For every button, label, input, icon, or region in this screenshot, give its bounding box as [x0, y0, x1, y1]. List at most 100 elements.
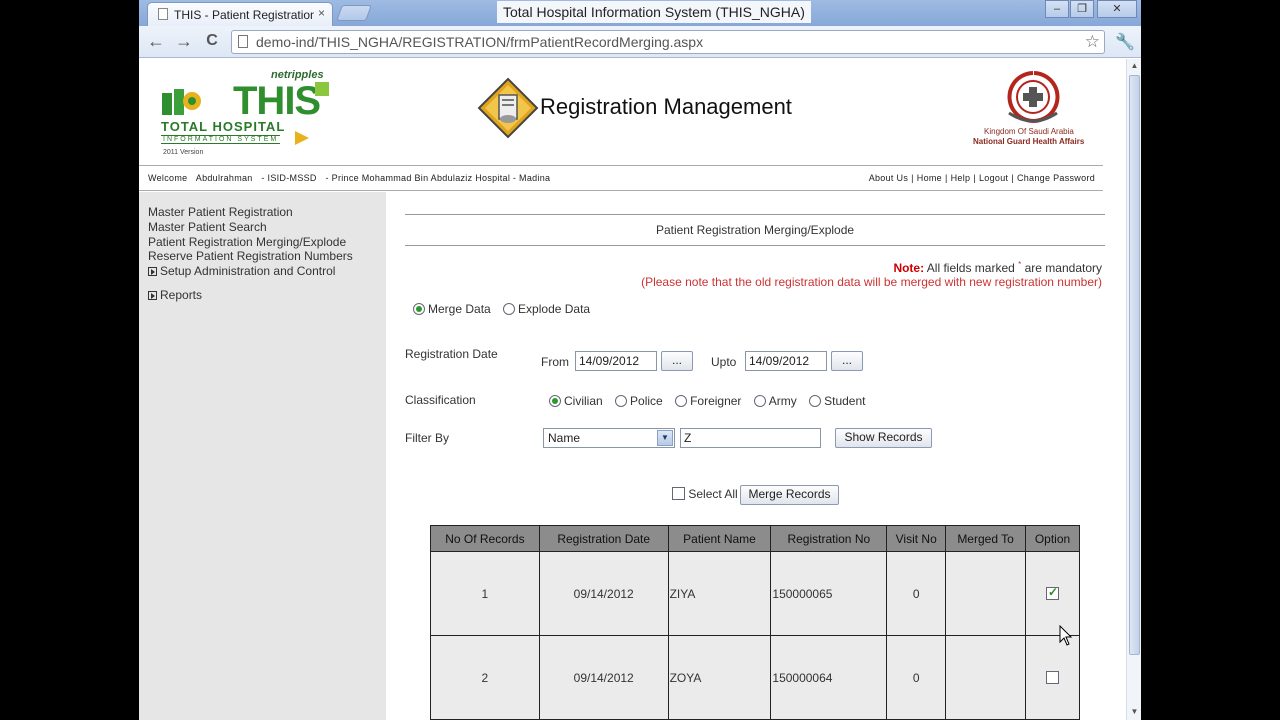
show-records-button[interactable]: Show Records: [835, 428, 932, 448]
column-header: Registration No: [770, 525, 888, 552]
from-label: From: [541, 355, 569, 369]
row-select-checkbox[interactable]: [1046, 670, 1059, 684]
note-text: All fields marked: [926, 261, 1015, 275]
welcome-label: Welcome: [148, 173, 188, 183]
sidebar-item-setup-administration[interactable]: Setup Administration and Control: [148, 264, 335, 278]
merge-data-radio[interactable]: [413, 303, 425, 315]
column-header: Visit No: [886, 525, 947, 552]
student-radio[interactable]: [809, 395, 822, 407]
classification-army[interactable]: Army: [753, 394, 797, 408]
change-password-link[interactable]: Change Password: [1017, 173, 1095, 183]
logo-arrow-icon: [295, 131, 309, 145]
minimize-button[interactable]: –: [1045, 0, 1069, 18]
maximize-button[interactable]: ❐: [1070, 0, 1094, 18]
cell-merged-to: [945, 635, 1026, 720]
explode-data-option[interactable]: Explode Data: [503, 302, 590, 316]
help-link[interactable]: Help: [951, 173, 971, 183]
select-all-label: Select All: [688, 487, 738, 501]
divider: [405, 245, 1105, 246]
row-select-checkbox[interactable]: [1046, 585, 1059, 600]
page-icon: [158, 8, 168, 20]
user-info-bar: Welcome Abdulrahman - ISID-MSSD - Prince…: [139, 165, 1103, 191]
sidebar-item-label: Reports: [160, 288, 203, 302]
column-header: Option: [1025, 525, 1080, 552]
new-tab-button[interactable]: [336, 5, 372, 21]
option-label: Merge Data: [428, 302, 491, 316]
merge-data-option[interactable]: Merge Data: [413, 302, 491, 316]
leaf-logo-icon: [162, 89, 201, 115]
link-separator: |: [944, 173, 948, 183]
user-name: Abdulrahman: [195, 173, 253, 183]
logout-link[interactable]: Logout: [979, 173, 1008, 183]
classification-student[interactable]: Student: [809, 394, 865, 408]
option-label: Police: [630, 394, 663, 408]
bookmark-star-icon[interactable]: ☆: [1085, 32, 1100, 52]
url-text[interactable]: demo-ind/THIS_NGHA/REGISTRATION/frmPatie…: [256, 34, 703, 50]
wrench-icon[interactable]: 🔧: [1115, 32, 1135, 52]
scroll-up-icon[interactable]: ▲: [1129, 61, 1140, 72]
army-radio[interactable]: [753, 395, 766, 407]
page-viewport: netripples THIS TOTAL HOSPITAL INFORMATI…: [139, 59, 1126, 720]
option-label: Army: [768, 394, 797, 408]
back-icon[interactable]: ←: [145, 31, 167, 53]
select-all-control[interactable]: Select All: [672, 487, 738, 501]
department: - ISID-MSSD: [261, 173, 317, 183]
classification-civilian[interactable]: Civilian: [549, 394, 603, 408]
cell-option: [1025, 551, 1080, 636]
expand-arrow-icon[interactable]: [148, 267, 157, 276]
sidebar-item-reports[interactable]: Reports: [148, 288, 202, 302]
option-label: Foreigner: [690, 394, 742, 408]
cell-registration-no: 150000065: [770, 551, 888, 636]
civilian-radio[interactable]: [549, 395, 561, 407]
cell-date: 09/14/2012: [538, 551, 669, 636]
filter-field-value: Name: [548, 431, 581, 445]
divider: [405, 214, 1105, 215]
sidebar-item-reserve-numbers[interactable]: Reserve Patient Registration Numbers: [148, 249, 353, 263]
sidebar-item-label: Setup Administration and Control: [160, 264, 336, 278]
registration-date-label: Registration Date: [405, 347, 498, 361]
from-date-picker-button[interactable]: ...: [661, 351, 693, 371]
sidebar-item-master-patient-search[interactable]: Master Patient Search: [148, 220, 267, 234]
forward-icon[interactable]: →: [173, 31, 195, 53]
select-all-checkbox[interactable]: [672, 487, 685, 500]
upto-date-picker-button[interactable]: ...: [831, 351, 863, 371]
classification-foreigner[interactable]: Foreigner: [675, 394, 741, 408]
screen: THIS - Patient Registration Me × Total H…: [0, 0, 1280, 720]
table-header-row: No Of Records Registration Date Patient …: [430, 525, 1080, 552]
browser-tab[interactable]: THIS - Patient Registration Me ×: [147, 2, 333, 26]
upto-date-input[interactable]: 14/09/2012: [745, 351, 827, 371]
sidebar-item-master-patient-registration[interactable]: Master Patient Registration: [148, 205, 293, 219]
reload-icon[interactable]: C: [201, 31, 223, 53]
close-window-button[interactable]: ✕: [1097, 0, 1137, 18]
cell-patient-name: ZIYA: [667, 551, 772, 636]
link-separator: |: [1011, 173, 1014, 183]
merge-records-button[interactable]: Merge Records: [740, 485, 839, 505]
foreigner-radio[interactable]: [675, 395, 688, 407]
filter-value-input[interactable]: Z: [680, 428, 821, 448]
mandatory-note: Note: All fields marked * are mandatory: [893, 260, 1102, 275]
scroll-down-icon[interactable]: ▼: [1129, 707, 1140, 718]
from-date-input[interactable]: 14/09/2012: [575, 351, 657, 371]
registration-module-icon: [477, 77, 539, 139]
home-link[interactable]: Home: [917, 173, 942, 183]
page-title: Registration Management: [540, 94, 792, 119]
cell-no: 1: [430, 551, 540, 636]
police-radio[interactable]: [615, 395, 628, 407]
section-title: Patient Registration Merging/Explode: [655, 223, 855, 237]
address-bar[interactable]: demo-ind/THIS_NGHA/REGISTRATION/frmPatie…: [231, 30, 1105, 54]
column-header: Patient Name: [667, 525, 772, 552]
vertical-scrollbar[interactable]: ▲ ▼: [1126, 59, 1141, 720]
cell-no: 2: [430, 635, 540, 720]
tab-close-icon[interactable]: ×: [318, 6, 325, 20]
expand-arrow-icon[interactable]: [148, 291, 157, 300]
about-us-link[interactable]: About Us: [869, 173, 908, 183]
classification-police[interactable]: Police: [615, 394, 663, 408]
scrollbar-thumb[interactable]: [1129, 75, 1140, 655]
sidebar-item-registration-merging[interactable]: Patient Registration Merging/Explode: [148, 235, 346, 249]
explode-data-radio[interactable]: [503, 303, 516, 315]
cell-date: 09/14/2012: [538, 635, 669, 720]
chevron-down-icon[interactable]: ▼: [657, 430, 673, 446]
option-label: Student: [824, 394, 866, 408]
filter-field-select[interactable]: Name ▼: [543, 428, 675, 448]
classification-label: Classification: [405, 393, 476, 407]
